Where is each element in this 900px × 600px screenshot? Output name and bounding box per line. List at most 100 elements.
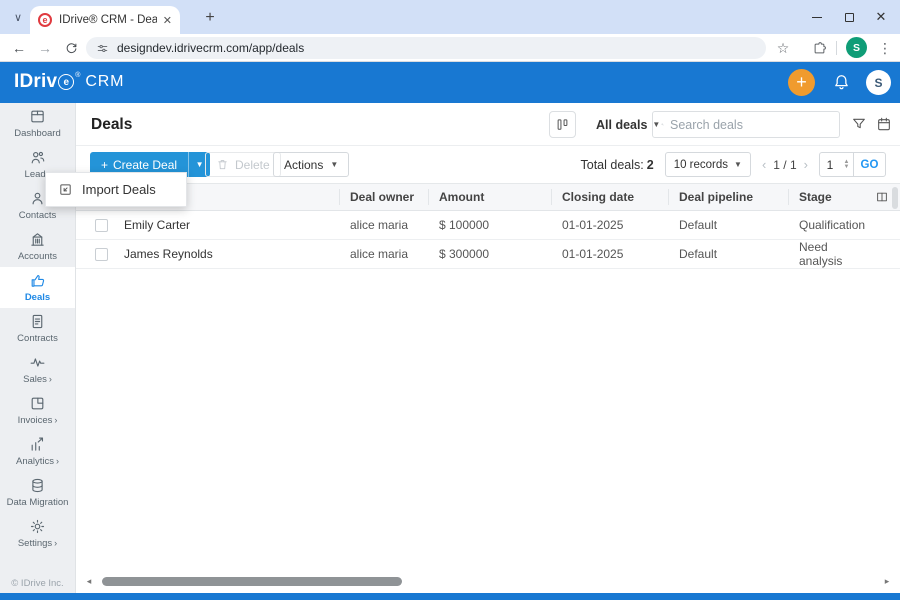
calendar-icon[interactable] [876, 116, 892, 132]
chevron-right-icon: › [48, 374, 52, 384]
create-deal-menu: Import Deals [45, 172, 187, 207]
menu-item-import-deals[interactable]: Import Deals [46, 173, 186, 206]
menu-item-label: Import Deals [82, 182, 156, 197]
caret-down-icon: ▼ [195, 160, 204, 169]
row-select-cell [76, 218, 114, 232]
cell-amount: $ 100000 [439, 218, 490, 232]
browser-tab[interactable]: e IDrive® CRM - Deals ✕ [30, 6, 180, 34]
scrollbar-track[interactable] [94, 576, 882, 586]
table-row[interactable]: Emily Carter alice maria $ 100000 01-01-… [76, 211, 900, 240]
chevron-right-icon: › [54, 415, 58, 425]
delete-button[interactable]: Delete [205, 152, 281, 177]
go-button[interactable]: GO [853, 153, 885, 176]
idrive-crm-logo: IDriv e ® CRM [14, 71, 124, 93]
cell-closing-date: 01-01-2025 [562, 247, 624, 261]
page-stepper[interactable]: ▲ ▼ [840, 159, 853, 170]
sidebar-item-label: Contracts [17, 333, 58, 344]
pager: ‹ 1 / 1 › [762, 157, 808, 172]
contracts-icon [32, 314, 43, 329]
horizontal-scrollbar: ◂ ▸ [84, 575, 892, 587]
address-bar[interactable]: designdev.idrivecrm.com/app/deals [86, 37, 766, 59]
bookmark-star-icon[interactable]: ☆ [772, 37, 794, 59]
user-avatar[interactable]: S [866, 70, 891, 95]
cell-closing-date: 01-01-2025 [562, 218, 624, 232]
stepper-down-icon[interactable]: ▼ [844, 164, 850, 170]
deals-icon [31, 274, 45, 287]
page-header: Deals All deals ▼ [76, 103, 900, 146]
tab-search-chevron-icon[interactable]: ∨ [8, 8, 28, 26]
logo-text: IDriv [14, 71, 58, 92]
table-row[interactable]: James Reynolds alice maria $ 300000 01-0… [76, 240, 900, 269]
sidebar-item-label: Settings [17, 538, 53, 549]
sidebar-item-label: Contacts [18, 210, 57, 221]
header-deal-owner[interactable]: Deal owner [340, 189, 429, 205]
sidebar-item-invoices[interactable]: Invoices › [0, 390, 75, 431]
sidebar-item-settings[interactable]: Settings › [0, 513, 75, 554]
sidebar-item-accounts[interactable]: Accounts [0, 226, 75, 267]
sidebar-item-label: Sales [23, 374, 47, 385]
header-amount[interactable]: Amount [429, 189, 552, 205]
bottom-accent-bar [0, 593, 900, 600]
search-icon [661, 123, 664, 126]
caret-down-icon: ▼ [330, 160, 339, 169]
total-deals: Total deals: 2 [581, 158, 654, 172]
cell-deal-name[interactable]: Emily Carter [114, 218, 340, 232]
cell-deal-pipeline: Default [679, 247, 718, 261]
kanban-view-button[interactable] [549, 111, 576, 138]
search-input[interactable] [670, 117, 831, 132]
sidebar-item-analytics[interactable]: Analytics › [0, 431, 75, 472]
columns-icon [877, 192, 887, 202]
next-page-icon[interactable]: › [804, 157, 808, 172]
sidebar-item-deals[interactable]: Deals [0, 267, 75, 308]
kanban-icon [557, 119, 568, 130]
total-deals-value: 2 [646, 157, 654, 172]
logo-crm-text: CRM [85, 73, 125, 90]
sidebar-item-contracts[interactable]: Contracts [0, 308, 75, 349]
actions-button[interactable]: Actions ▼ [273, 152, 350, 177]
window-maximize-button[interactable] [836, 4, 862, 30]
row-select-cell [76, 247, 114, 261]
filter-funnel-icon[interactable] [851, 116, 867, 132]
notifications-bell-icon[interactable] [832, 73, 851, 92]
scroll-right-icon[interactable]: ▸ [882, 576, 892, 587]
records-per-page-dropdown[interactable]: 10 records ▼ [664, 152, 751, 177]
vertical-scrollbar-thumb[interactable] [892, 187, 898, 209]
trash-icon [218, 160, 227, 170]
sidebar-item-dashboard[interactable]: Dashboard [0, 103, 75, 144]
tab-close-icon[interactable]: ✕ [163, 14, 172, 27]
header-closing-date[interactable]: Closing date [552, 189, 669, 205]
scroll-left-icon[interactable]: ◂ [84, 576, 94, 587]
window-minimize-button[interactable] [804, 4, 830, 30]
sidebar-item-label: Analytics [15, 456, 54, 467]
browser-profile-avatar[interactable]: S [846, 37, 867, 58]
logo-registered-mark: ® [75, 72, 81, 79]
main-content: Deals All deals ▼ + Cr [76, 103, 900, 593]
cell-deal-owner: alice maria [350, 247, 409, 261]
reload-button[interactable] [60, 37, 82, 59]
cell-amount: $ 300000 [439, 247, 490, 261]
forward-button[interactable]: → [34, 37, 56, 59]
quick-add-button[interactable]: + [788, 69, 815, 96]
site-settings-icon[interactable] [96, 42, 109, 55]
cell-deal-pipeline: Default [679, 218, 718, 232]
deal-view-value: All deals [596, 117, 648, 132]
sidebar-item-sales[interactable]: Sales › [0, 349, 75, 390]
extensions-icon[interactable] [808, 37, 830, 59]
search-box[interactable] [652, 111, 840, 138]
url-text: designdev.idrivecrm.com/app/deals [117, 41, 305, 55]
row-checkbox[interactable] [95, 218, 108, 232]
cell-deal-name[interactable]: James Reynolds [114, 247, 340, 261]
header-deal-pipeline[interactable]: Deal pipeline [669, 189, 789, 205]
sidebar-item-data-migration[interactable]: Data Migration [0, 472, 75, 513]
horizontal-scrollbar-thumb[interactable] [102, 576, 402, 586]
prev-page-icon[interactable]: ‹ [762, 157, 766, 172]
browser-menu-icon[interactable]: ⋮ [874, 37, 896, 59]
row-checkbox[interactable] [95, 247, 108, 261]
window-close-button[interactable]: ✕ [868, 4, 894, 30]
new-tab-button[interactable]: + [200, 8, 220, 28]
header-stage[interactable]: Stage [789, 189, 864, 205]
page-number-input[interactable] [820, 157, 840, 172]
toolbar-separator [836, 41, 837, 55]
sidebar-item-label: Deals [24, 292, 51, 303]
back-button[interactable]: ← [8, 37, 30, 59]
